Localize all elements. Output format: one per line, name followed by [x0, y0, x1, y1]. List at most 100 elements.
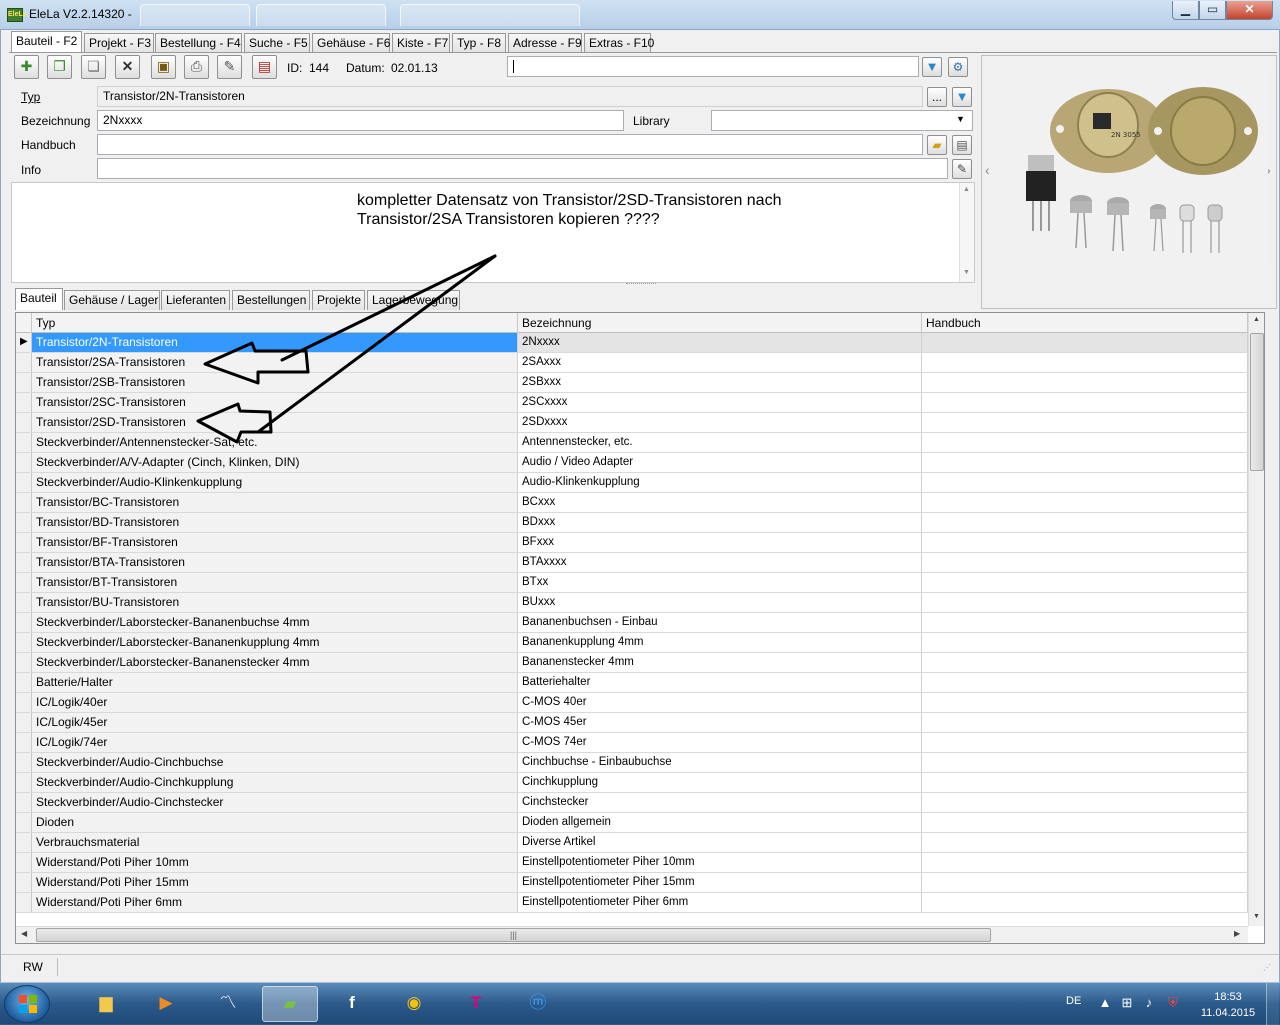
cell-bezeichnung[interactable]: 2SBxxx: [518, 373, 922, 392]
table-row[interactable]: Steckverbinder/A/V-Adapter (Cinch, Klink…: [16, 453, 1248, 473]
cell-handbuch[interactable]: [922, 613, 1248, 632]
cell-handbuch[interactable]: [922, 893, 1248, 912]
row-indicator[interactable]: [16, 593, 32, 612]
volume-icon[interactable]: ♪: [1140, 994, 1158, 1012]
cell-bezeichnung[interactable]: Antennenstecker, etc.: [518, 433, 922, 452]
row-indicator[interactable]: [16, 693, 32, 712]
memo-scrollbar[interactable]: ▲ ▼: [959, 183, 974, 282]
subtab-projekte[interactable]: Projekte: [312, 290, 365, 310]
cell-bezeichnung[interactable]: Einstellpotentiometer Piher 15mm: [518, 873, 922, 892]
tab-adresse[interactable]: Adresse - F9: [508, 33, 582, 52]
cell-handbuch[interactable]: [922, 793, 1248, 812]
subtab-bauteil[interactable]: Bauteil: [15, 288, 63, 310]
cell-typ[interactable]: Widerstand/Poti Piher 15mm: [32, 873, 518, 892]
chevron-down-icon[interactable]: ▼: [956, 114, 965, 124]
cell-handbuch[interactable]: [922, 533, 1248, 552]
cell-typ[interactable]: Transistor/2SC-Transistoren: [32, 393, 518, 412]
table-row[interactable]: Verbrauchsmaterial Diverse Artikel: [16, 833, 1248, 853]
export-button[interactable]: ▤: [252, 55, 277, 79]
search-input[interactable]: [507, 56, 919, 77]
cell-handbuch[interactable]: [922, 633, 1248, 652]
cell-typ[interactable]: Transistor/2SD-Transistoren: [32, 413, 518, 432]
cell-bezeichnung[interactable]: BCxxx: [518, 493, 922, 512]
table-row[interactable]: Transistor/BT-Transistoren BTxx: [16, 573, 1248, 593]
cell-bezeichnung[interactable]: Bananenkupplung 4mm: [518, 633, 922, 652]
column-header-handbuch[interactable]: Handbuch: [922, 313, 1248, 333]
language-indicator[interactable]: DE: [1066, 995, 1081, 1007]
vertical-scroll-thumb[interactable]: [1250, 333, 1264, 471]
security-shield-icon[interactable]: ⛨: [1164, 994, 1182, 1012]
row-indicator[interactable]: [16, 853, 32, 872]
cell-bezeichnung[interactable]: Cinchkupplung: [518, 773, 922, 792]
cell-handbuch[interactable]: [922, 593, 1248, 612]
table-row[interactable]: Transistor/BF-Transistoren BFxxx: [16, 533, 1248, 553]
cell-handbuch[interactable]: [922, 373, 1248, 392]
table-row[interactable]: Steckverbinder/Laborstecker-Bananensteck…: [16, 653, 1248, 673]
filter-settings-button[interactable]: ⚙: [948, 57, 968, 77]
row-indicator[interactable]: [16, 513, 32, 532]
typ-browse-button[interactable]: ...: [927, 87, 947, 107]
cell-typ[interactable]: Transistor/BU-Transistoren: [32, 593, 518, 612]
open-folder-button[interactable]: ▰: [927, 135, 947, 155]
cell-handbuch[interactable]: [922, 773, 1248, 792]
cell-handbuch[interactable]: [922, 733, 1248, 752]
cell-typ[interactable]: Steckverbinder/Audio-Cinchkupplung: [32, 773, 518, 792]
subtab-gehaeuse-lager[interactable]: Gehäuse / Lager: [64, 290, 160, 310]
cell-bezeichnung[interactable]: 2SCxxxx: [518, 393, 922, 412]
cell-typ[interactable]: IC/Logik/45er: [32, 713, 518, 732]
table-row[interactable]: IC/Logik/40er C-MOS 40er: [16, 693, 1248, 713]
table-row[interactable]: Transistor/2SC-Transistoren 2SCxxxx: [16, 393, 1248, 413]
cell-typ[interactable]: Steckverbinder/Laborstecker-Bananenkuppl…: [32, 633, 518, 652]
table-row[interactable]: Steckverbinder/Audio-Cinchbuchse Cinchbuc…: [16, 753, 1248, 773]
start-button[interactable]: [4, 985, 50, 1023]
table-row[interactable]: Transistor/BC-Transistoren BCxxx: [16, 493, 1248, 513]
cell-typ[interactable]: Batterie/Halter: [32, 673, 518, 692]
cell-typ[interactable]: Verbrauchsmaterial: [32, 833, 518, 852]
row-indicator[interactable]: [16, 633, 32, 652]
table-row[interactable]: Transistor/2SA-Transistoren 2SAxxx: [16, 353, 1248, 373]
cell-typ[interactable]: Steckverbinder/Audio-Klinkenkupplung: [32, 473, 518, 492]
cell-bezeichnung[interactable]: Audio / Video Adapter: [518, 453, 922, 472]
delete-button[interactable]: ✕: [115, 55, 140, 79]
row-indicator[interactable]: [16, 433, 32, 452]
cell-handbuch[interactable]: [922, 673, 1248, 692]
cell-handbuch[interactable]: [922, 513, 1248, 532]
info-field[interactable]: [97, 158, 948, 179]
table-row[interactable]: Steckverbinder/Audio-Cinchstecker Cinchst…: [16, 793, 1248, 813]
edit-button[interactable]: ✎: [217, 55, 242, 79]
cell-typ[interactable]: Transistor/BF-Transistoren: [32, 533, 518, 552]
table-row[interactable]: Transistor/2SD-Transistoren 2SDxxxx: [16, 413, 1248, 433]
cell-typ[interactable]: Steckverbinder/Audio-Cinchstecker: [32, 793, 518, 812]
cell-handbuch[interactable]: [922, 873, 1248, 892]
resize-grip-icon[interactable]: ⋰: [1263, 963, 1271, 972]
row-indicator[interactable]: [16, 413, 32, 432]
close-button[interactable]: ✕: [1226, 1, 1273, 20]
cell-bezeichnung[interactable]: BTxx: [518, 573, 922, 592]
tab-suche[interactable]: Suche - F5: [244, 33, 310, 52]
taskbar-app-m[interactable]: ⓜ: [510, 986, 566, 1022]
previous-image-arrow[interactable]: ‹: [985, 162, 990, 178]
subtab-bestellungen[interactable]: Bestellungen: [232, 290, 310, 310]
cell-bezeichnung[interactable]: Cinchbuchse - Einbaubuchse: [518, 753, 922, 772]
table-row[interactable]: Steckverbinder/Laborstecker-Bananenkuppl…: [16, 633, 1248, 653]
taskbar-chrome[interactable]: ◉: [386, 986, 442, 1022]
table-row[interactable]: Steckverbinder/Antennenstecker-Sat, etc.…: [16, 433, 1248, 453]
row-indicator[interactable]: [16, 553, 32, 572]
table-row[interactable]: Steckverbinder/Audio-Cinchkupplung Cinchk…: [16, 773, 1248, 793]
new-record-button[interactable]: ✚: [14, 55, 39, 79]
row-indicator[interactable]: [16, 893, 32, 912]
column-header-typ[interactable]: Typ: [32, 313, 518, 333]
parts-grid[interactable]: Typ Bezeichnung Handbuch ▶ Transistor/2N-…: [15, 312, 1265, 944]
show-hidden-icons-icon[interactable]: ▲: [1096, 994, 1114, 1012]
copy-record-button[interactable]: ❐: [47, 55, 72, 79]
cell-typ[interactable]: Widerstand/Poti Piher 6mm: [32, 893, 518, 912]
table-row[interactable]: Steckverbinder/Laborstecker-Bananenbuchs…: [16, 613, 1248, 633]
cell-bezeichnung[interactable]: Bananenstecker 4mm: [518, 653, 922, 672]
taskbar-media-player[interactable]: ▶: [138, 986, 194, 1022]
table-row[interactable]: Transistor/BD-Transistoren BDxxx: [16, 513, 1248, 533]
table-row[interactable]: Transistor/BTA-Transistoren BTAxxxx: [16, 553, 1248, 573]
cell-typ[interactable]: Steckverbinder/Audio-Cinchbuchse: [32, 753, 518, 772]
table-row[interactable]: Widerstand/Poti Piher 15mm Einstellpotent…: [16, 873, 1248, 893]
handbuch-field[interactable]: [97, 134, 923, 155]
row-indicator[interactable]: [16, 573, 32, 592]
